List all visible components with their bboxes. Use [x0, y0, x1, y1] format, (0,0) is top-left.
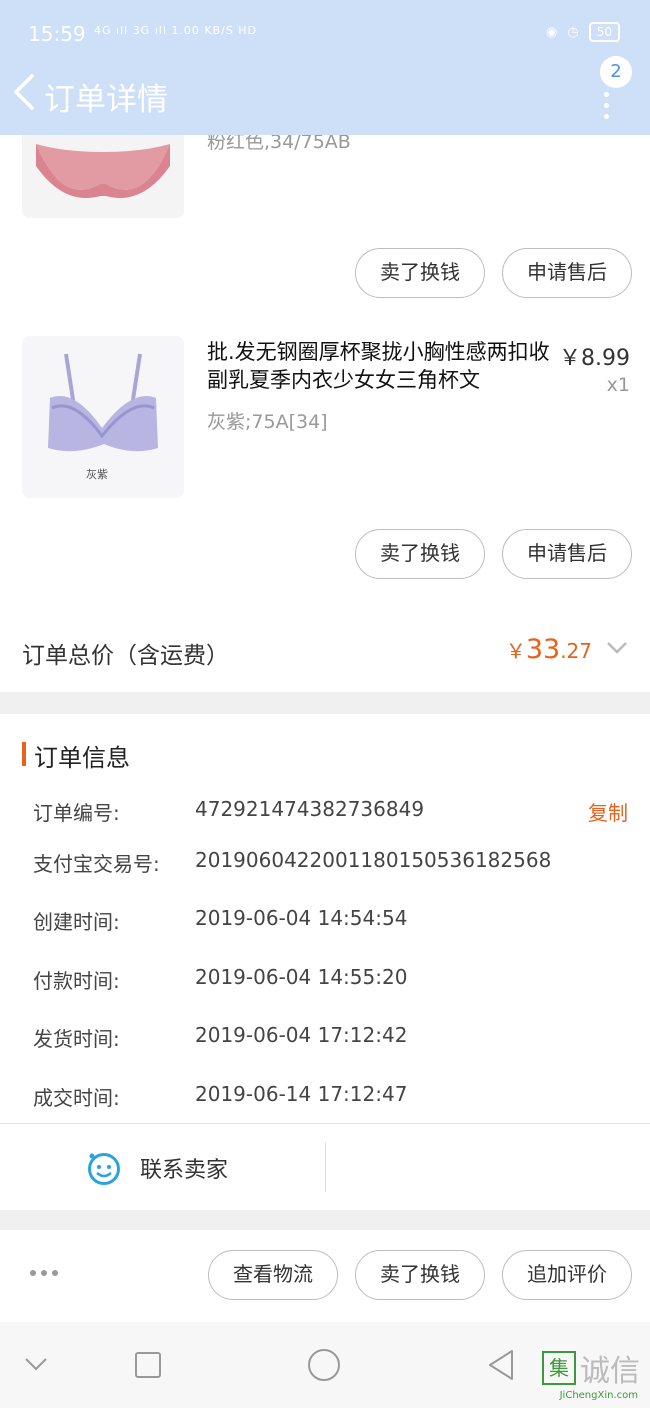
- product-thumbnail-purple-bra[interactable]: 灰紫: [22, 336, 184, 498]
- watermark-mark: 集: [542, 1351, 576, 1385]
- alarm-icon: ◷: [567, 24, 579, 40]
- copy-button[interactable]: 复制: [588, 797, 628, 826]
- info-label: 创建时间:: [33, 910, 120, 934]
- nav-bar: 订单详情 2: [0, 56, 650, 135]
- contact-row: 联系卖家: [0, 1124, 650, 1210]
- recent-apps-icon[interactable]: [134, 1351, 162, 1379]
- info-label: 支付宝交易号:: [33, 852, 160, 876]
- info-value: 2019-06-14 17:12:47: [195, 1082, 408, 1106]
- battery-icon: 50: [588, 22, 620, 42]
- chevron-down-icon[interactable]: [24, 1356, 48, 1372]
- chat-smile-icon: [88, 1153, 120, 1185]
- info-row-created: 创建时间: 2019-06-04 14:54:54: [33, 906, 633, 936]
- product-price: ￥8.99: [559, 346, 630, 371]
- system-nav-bar: 集 诚信 JiChengXin.com: [0, 1322, 650, 1408]
- home-icon[interactable]: [307, 1348, 341, 1382]
- vertical-separator: [325, 1142, 326, 1192]
- order-total-row[interactable]: 订单总价（含运费） ￥33.27: [0, 610, 650, 692]
- contact-seller-label: 联系卖家: [140, 1158, 229, 1183]
- info-row-shipped: 发货时间: 2019-06-04 17:12:42: [33, 1023, 633, 1053]
- accent-bar: [22, 742, 26, 766]
- status-right: ◉ ◷ 50: [546, 22, 620, 42]
- lock-icon: ◉: [546, 24, 558, 40]
- back-arrow-icon[interactable]: [10, 72, 40, 112]
- product-quantity: x1: [606, 374, 630, 396]
- info-value: 2019060422001180150536182568: [195, 848, 552, 872]
- watermark-text: 诚信: [580, 1354, 640, 1389]
- resell-button[interactable]: 卖了换钱: [355, 248, 485, 298]
- info-label: 成交时间:: [33, 1086, 120, 1110]
- info-value: 2019-06-04 14:54:54: [195, 906, 408, 930]
- add-review-button[interactable]: 追加评价: [502, 1250, 632, 1300]
- total-price: ￥33.27: [505, 634, 592, 665]
- info-row-completed: 成交时间: 2019-06-14 17:12:47: [33, 1082, 633, 1112]
- info-value: 2019-06-04 17:12:42: [195, 1023, 408, 1047]
- resell-button[interactable]: 卖了换钱: [355, 529, 485, 579]
- chevron-down-icon[interactable]: [606, 640, 628, 656]
- view-logistics-button[interactable]: 查看物流: [208, 1250, 338, 1300]
- info-value: 2019-06-04 14:55:20: [195, 965, 408, 989]
- info-label: 付款时间:: [33, 969, 120, 993]
- info-row-alipay-number: 支付宝交易号: 2019060422001180150536182568: [33, 848, 633, 878]
- product-title[interactable]: 批.发无钢圈厚杯聚拢小胸性感两扣收副乳夏季内衣少女女三角杯文: [207, 338, 555, 394]
- notification-badge[interactable]: 2: [600, 56, 632, 88]
- signal-indicators: 4G ıll 3G ıll 1.00 KB/S HD: [94, 24, 258, 37]
- thumb-caption: 灰紫: [86, 468, 108, 481]
- back-triangle-icon[interactable]: [486, 1348, 516, 1382]
- resell-button[interactable]: 卖了换钱: [355, 1250, 485, 1300]
- info-label: 订单编号:: [33, 801, 120, 825]
- bottom-action-bar: 查看物流 卖了换钱 追加评价: [0, 1230, 650, 1322]
- info-label: 发货时间:: [33, 1027, 120, 1051]
- watermark-url: JiChengXin.com: [559, 1390, 638, 1401]
- info-row-paid: 付款时间: 2019-06-04 14:55:20: [33, 965, 633, 995]
- watermark-logo: 集 诚信: [542, 1346, 640, 1390]
- section-title: 订单信息: [34, 744, 130, 772]
- info-value: 472921474382736849: [195, 797, 425, 821]
- section-gap: [0, 692, 650, 714]
- status-bar: 15:59 4G ıll 3G ıll 1.00 KB/S HD ◉ ◷ 50: [0, 0, 650, 66]
- more-horizontal-icon[interactable]: [30, 1270, 58, 1276]
- item-variant: 灰紫;75A[34]: [207, 411, 328, 433]
- more-vertical-icon[interactable]: [604, 92, 612, 119]
- page-title: 订单详情: [44, 82, 168, 118]
- info-row-order-number: 订单编号: 472921474382736849: [33, 797, 633, 827]
- total-label: 订单总价（含运费）: [22, 643, 229, 669]
- header: 15:59 4G ıll 3G ıll 1.00 KB/S HD ◉ ◷ 50 …: [0, 0, 650, 135]
- after-sales-button[interactable]: 申请售后: [502, 529, 632, 579]
- after-sales-button[interactable]: 申请售后: [502, 248, 632, 298]
- contact-seller-button[interactable]: 联系卖家: [86, 1148, 228, 1188]
- section-gap: [0, 1210, 650, 1230]
- status-time: 15:59: [28, 22, 86, 46]
